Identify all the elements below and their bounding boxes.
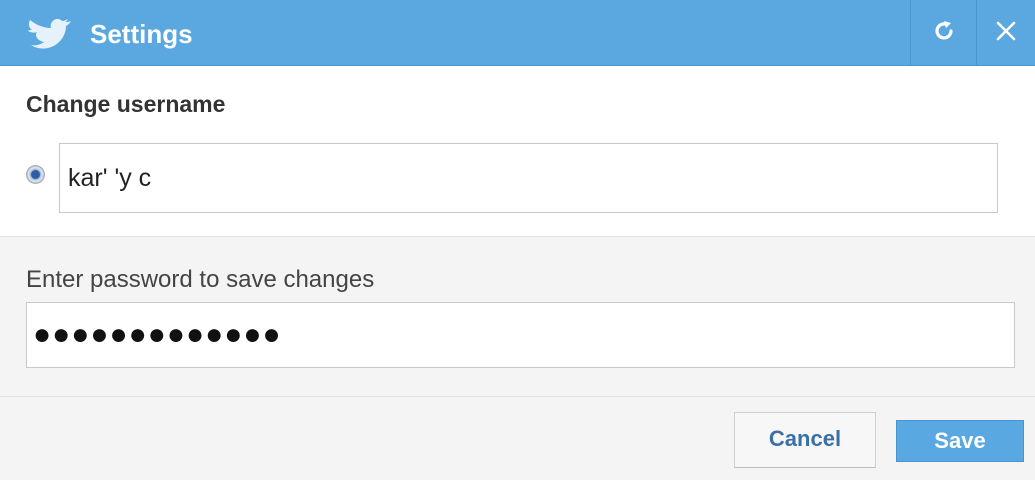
save-button[interactable]: Save	[896, 420, 1024, 462]
footer-divider	[0, 396, 1035, 397]
close-button[interactable]	[976, 0, 1035, 66]
username-input[interactable]	[59, 143, 998, 213]
password-input[interactable]: ●●●●●●●●●●●●●	[26, 302, 1015, 368]
twitter-bird-icon	[26, 18, 72, 49]
refresh-button[interactable]	[910, 0, 976, 66]
change-username-heading: Change username	[26, 91, 226, 117]
password-mask: ●●●●●●●●●●●●●	[33, 318, 282, 351]
title-bar: Settings	[0, 0, 1035, 66]
settings-dialog: Settings Change username Enter password …	[0, 0, 1035, 480]
password-label: Enter password to save changes	[26, 266, 375, 293]
refresh-icon	[932, 19, 956, 48]
cancel-button[interactable]: Cancel	[734, 412, 876, 468]
dialog-title: Settings	[90, 19, 193, 49]
close-icon	[995, 20, 1017, 47]
username-radio[interactable]	[26, 165, 45, 184]
